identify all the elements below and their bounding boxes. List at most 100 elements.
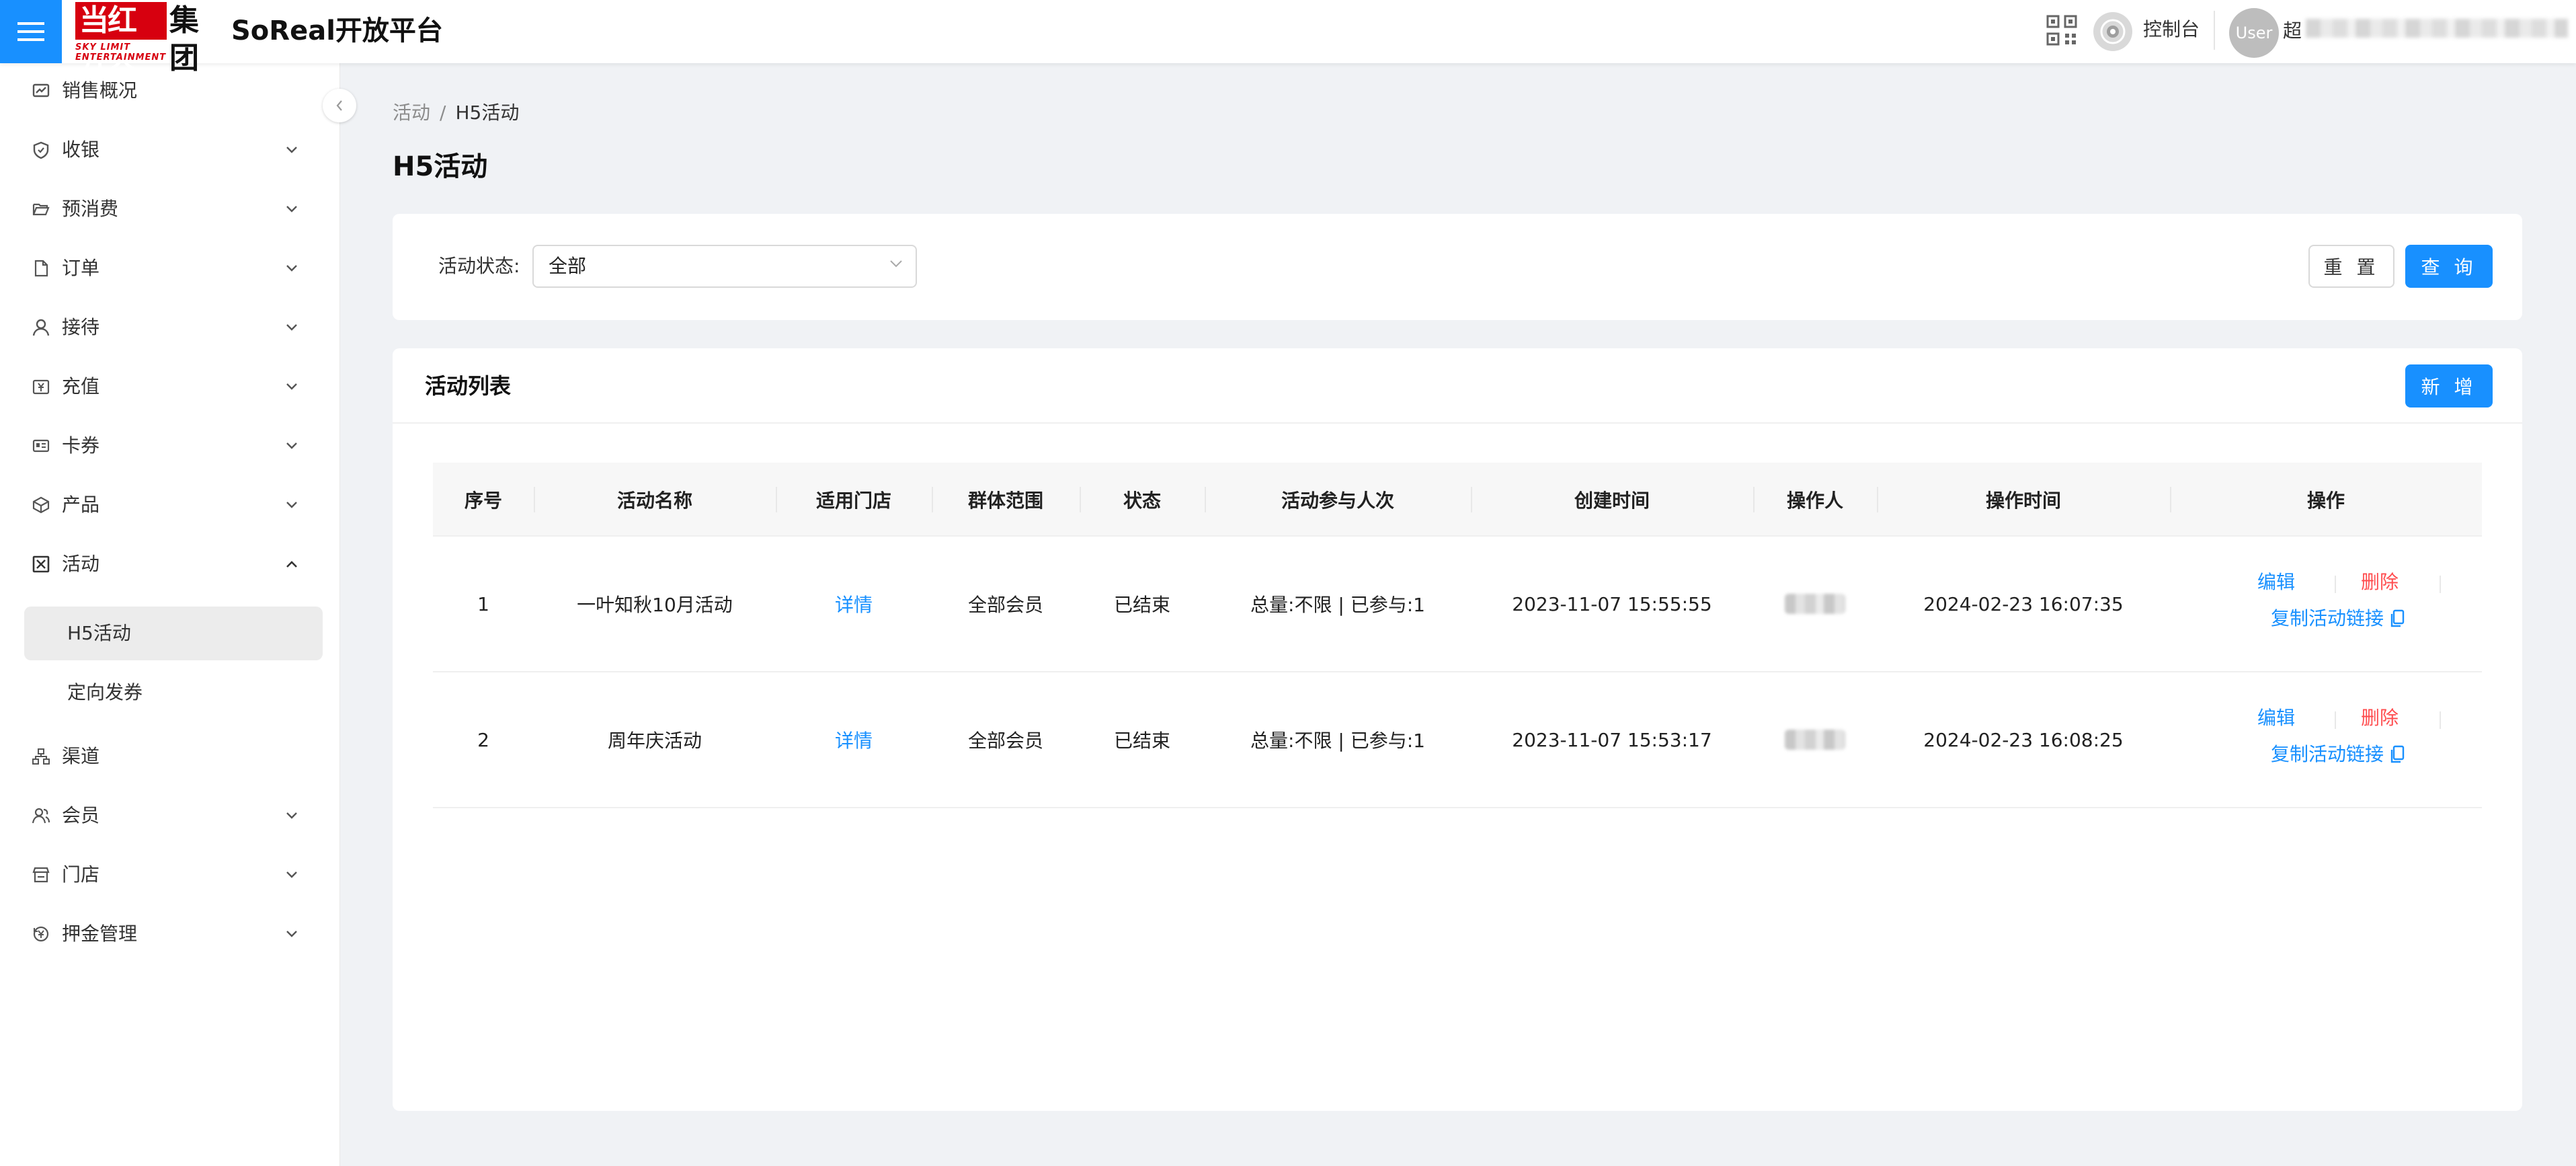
query-button[interactable]: 查 询 xyxy=(2405,245,2493,288)
activity-box-icon xyxy=(31,554,51,574)
copy-link-button[interactable]: 复制活动链接 xyxy=(2271,741,2407,768)
status-filter-label: 活动状态: xyxy=(438,255,520,277)
sidebar-subitem-targeted-coupons[interactable]: 定向发券 xyxy=(24,666,323,720)
table-header: 序号 活动名称 适用门店 群体范围 状态 活动参与人次 创建时间 操作人 操作时… xyxy=(433,463,2482,537)
sidebar-item-label: 产品 xyxy=(62,494,100,516)
chevron-down-icon xyxy=(889,258,903,271)
sidebar: 销售概况 收银 预消费 订单 接待 充值 卡券 产品 活动 H5活动 定向发券 … xyxy=(0,63,340,1166)
menu-toggle-button[interactable] xyxy=(0,0,62,63)
copy-icon xyxy=(2390,609,2405,627)
cell-participation: 总量:不限 | 已参与:1 xyxy=(1250,730,1425,752)
cell-status: 已结束 xyxy=(1113,730,1170,752)
shield-icon xyxy=(31,140,51,160)
yen-card-icon xyxy=(31,377,51,397)
cube-icon xyxy=(31,495,51,515)
sidebar-item-channels[interactable]: 渠道 xyxy=(0,733,340,780)
cell-index: 1 xyxy=(477,592,489,615)
copy-link-button[interactable]: 复制活动链接 xyxy=(2271,605,2407,632)
edit-link[interactable]: 编辑 xyxy=(2257,569,2295,596)
sidebar-item-activities[interactable]: 活动 xyxy=(0,541,340,588)
stores-details-link[interactable]: 详情 xyxy=(776,537,932,671)
user-name[interactable]: 超 xyxy=(2283,17,2302,44)
column-header-scope: 群体范围 xyxy=(967,490,1043,512)
file-icon xyxy=(31,258,51,278)
column-header-status: 状态 xyxy=(1123,490,1161,512)
user-avatar[interactable]: User xyxy=(2229,8,2279,58)
app-title: SoReal开放平台 xyxy=(231,15,443,46)
column-header-created: 创建时间 xyxy=(1574,490,1650,512)
members-icon xyxy=(31,806,51,826)
sidebar-item-members[interactable]: 会员 xyxy=(0,792,340,839)
deposit-icon xyxy=(31,924,51,944)
sidebar-item-label: 会员 xyxy=(62,804,100,826)
chevron-down-icon xyxy=(282,318,301,337)
sidebar-item-stores[interactable]: 门店 xyxy=(0,851,340,898)
breadcrumb: 活动 / H5活动 xyxy=(393,100,519,126)
cell-operated: 2024-02-23 16:08:25 xyxy=(1923,728,2124,751)
chevron-up-icon xyxy=(282,555,301,574)
column-header-participation: 活动参与人次 xyxy=(1281,490,1394,512)
folder-open-icon xyxy=(31,199,51,219)
sidebar-item-recharge[interactable]: 充值 xyxy=(0,363,340,410)
sidebar-item-coupons[interactable]: 卡券 xyxy=(0,422,340,469)
sidebar-item-cashier[interactable]: 收银 xyxy=(0,126,340,173)
table-row: 2 周年庆活动 详情 全部会员 已结束 总量:不限 | 已参与:1 2023-1… xyxy=(433,672,2482,808)
sidebar-item-label: 销售概况 xyxy=(62,79,138,102)
chevron-down-icon xyxy=(282,141,301,159)
column-header-stores: 适用门店 xyxy=(815,490,891,512)
sidebar-subitem-h5-activity[interactable]: H5活动 xyxy=(24,607,323,660)
logo-tagline: SKY LIMIT ENTERTAINMENT xyxy=(75,42,167,63)
operator-redacted xyxy=(1785,730,1845,750)
console-link[interactable]: 控制台 xyxy=(2143,16,2200,43)
sidebar-subitem-label: H5活动 xyxy=(67,622,131,644)
delete-link[interactable]: 删除 xyxy=(2361,705,2399,732)
table-row: 1 一叶知秋10月活动 详情 全部会员 已结束 总量:不限 | 已参与:1 20… xyxy=(433,537,2482,672)
sidebar-item-label: 预消费 xyxy=(62,198,119,220)
qrcode-icon[interactable] xyxy=(2046,15,2077,48)
logo-side-text: 集团 xyxy=(169,3,199,75)
sidebar-item-products[interactable]: 产品 xyxy=(0,481,340,529)
cell-operated: 2024-02-23 16:07:35 xyxy=(1923,592,2124,615)
cell-created: 2023-11-07 15:55:55 xyxy=(1512,592,1712,615)
sidebar-item-label: 充值 xyxy=(62,375,100,397)
hamburger-icon xyxy=(17,22,44,41)
sidebar-item-label: 活动 xyxy=(62,553,100,575)
id-card-icon xyxy=(31,436,51,456)
delete-link[interactable]: 删除 xyxy=(2361,569,2399,596)
cell-scope: 全部会员 xyxy=(967,730,1043,752)
edit-link[interactable]: 编辑 xyxy=(2257,705,2295,732)
sidebar-item-label: 渠道 xyxy=(62,745,100,767)
sidebar-item-prepay[interactable]: 预消费 xyxy=(0,186,340,233)
chevron-left-icon xyxy=(336,100,342,111)
cell-scope: 全部会员 xyxy=(967,594,1043,616)
sidebar-item-label: 门店 xyxy=(62,863,100,886)
sidebar-item-label: 订单 xyxy=(62,257,100,279)
operator-redacted xyxy=(1785,594,1845,614)
copy-link-label: 复制活动链接 xyxy=(2271,743,2384,765)
filter-card: 活动状态: 全部 重 置 查 询 xyxy=(393,214,2522,320)
action-divider xyxy=(2335,711,2336,729)
action-divider xyxy=(2440,711,2441,729)
cell-operator xyxy=(1753,537,1877,671)
action-divider xyxy=(2440,576,2441,593)
sidebar-item-reception[interactable]: 接待 xyxy=(0,304,340,351)
sidebar-item-deposit[interactable]: 押金管理 xyxy=(0,910,340,958)
sidebar-collapse-button[interactable] xyxy=(323,89,356,122)
status-select[interactable]: 全部 xyxy=(532,245,917,288)
cell-operator xyxy=(1753,672,1877,807)
activity-list-card: 活动列表 新 增 序号 活动名称 适用门店 群体范围 状态 活动参与人次 创建时… xyxy=(393,348,2522,1111)
console-icon[interactable] xyxy=(2093,12,2132,51)
sidebar-item-orders[interactable]: 订单 xyxy=(0,245,340,292)
add-button[interactable]: 新 增 xyxy=(2405,364,2493,407)
chevron-down-icon xyxy=(282,496,301,514)
reset-button[interactable]: 重 置 xyxy=(2308,245,2394,288)
copy-icon xyxy=(2390,745,2405,763)
chevron-down-icon xyxy=(282,259,301,278)
cell-index: 2 xyxy=(477,728,489,751)
stores-details-link[interactable]: 详情 xyxy=(776,672,932,807)
chevron-down-icon xyxy=(282,806,301,825)
sidebar-item-label: 押金管理 xyxy=(62,923,138,945)
breadcrumb-parent[interactable]: 活动 xyxy=(393,102,430,124)
user-icon xyxy=(31,317,51,338)
status-select-value: 全部 xyxy=(549,255,587,277)
